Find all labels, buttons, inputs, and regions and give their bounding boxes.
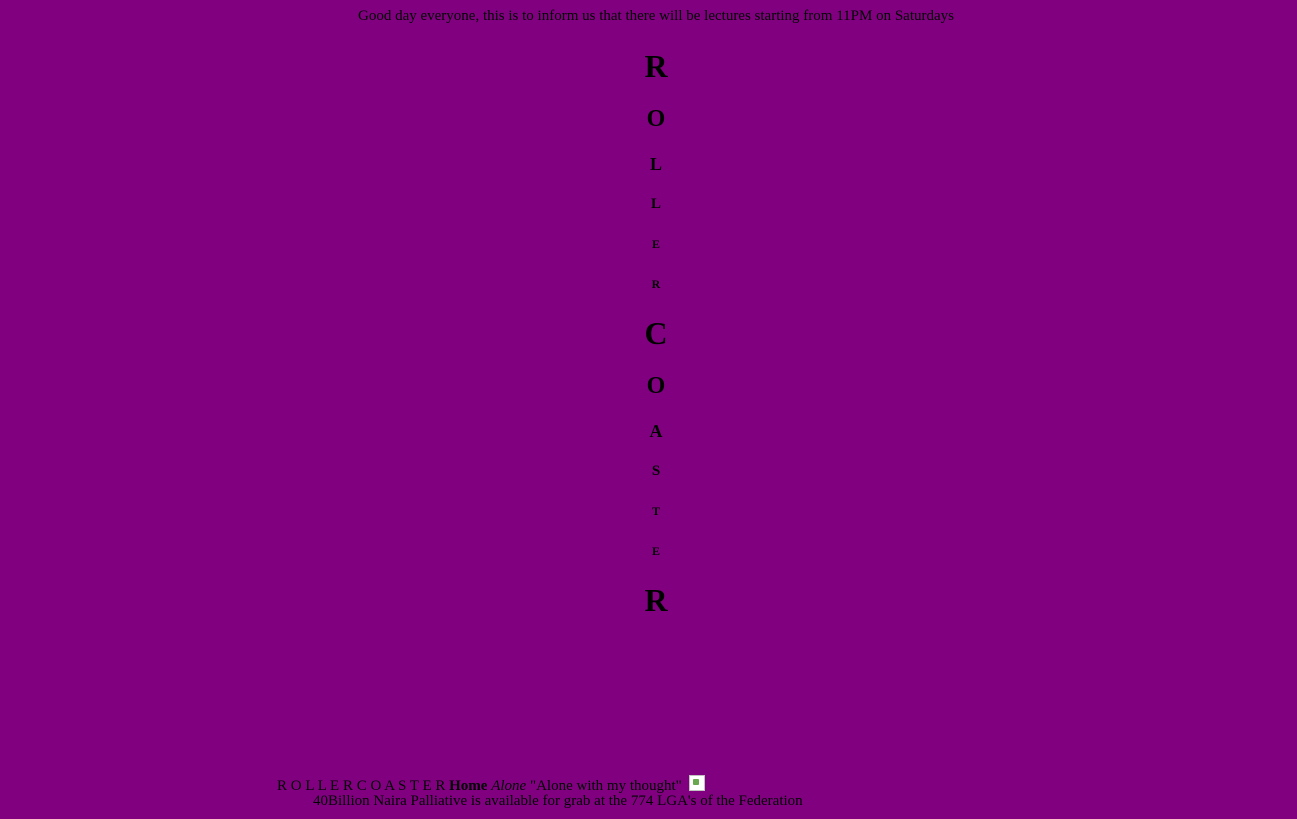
alone-italic-text: Alone	[491, 778, 527, 794]
title-letter: O	[646, 106, 666, 132]
title-letter: L	[650, 196, 661, 212]
quote-text: "Alone with my thought"	[529, 778, 682, 794]
announcement: Good day everyone, this is to inform us …	[357, 8, 954, 24]
title-letter: R	[651, 277, 661, 291]
title-letter: R	[644, 582, 668, 618]
title-letter: E	[651, 544, 660, 558]
title-letter: A	[649, 421, 663, 441]
title-letter: C	[644, 315, 668, 351]
footer-line: R O L L E R C O A S T E R Home Alone "Al…	[277, 775, 705, 795]
scrolling-marquee: 40Billion Naira Palliative is available …	[313, 793, 803, 809]
title-letter: S	[651, 463, 661, 479]
broken-image-icon	[688, 775, 705, 791]
title-letter: R	[644, 48, 668, 84]
title-letter: E	[651, 237, 660, 251]
spaced-title: R O L L E R C O A S T E R	[277, 778, 446, 794]
home-bold-text: Home	[449, 778, 488, 794]
title-letter: O	[646, 373, 666, 399]
title-letter: L	[649, 154, 662, 174]
title-letter: T	[651, 504, 660, 518]
